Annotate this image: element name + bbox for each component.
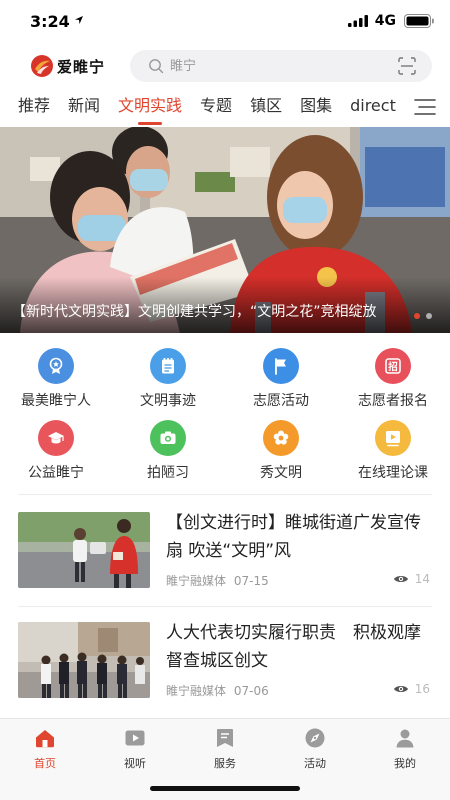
- nav-audio-video[interactable]: 视听: [90, 727, 180, 771]
- video-lesson-icon: [375, 420, 411, 456]
- news-thumbnail: [18, 512, 150, 588]
- recruit-icon: 招: [375, 348, 411, 384]
- status-time: 3:24: [30, 12, 70, 31]
- tab-topics[interactable]: 专题: [200, 88, 232, 126]
- logo-mark-icon: [31, 55, 53, 77]
- news-views: 16: [393, 682, 430, 696]
- tab-more-partial[interactable]: direct: [350, 88, 396, 126]
- quick-link-label: 在线理论课: [358, 465, 428, 481]
- quick-link-label: 公益睢宁: [28, 465, 84, 481]
- home-indicator[interactable]: [150, 786, 300, 791]
- search-bar[interactable]: [130, 50, 432, 82]
- graduation-cap-icon: [38, 420, 74, 456]
- channel-tabs: 推荐 新闻 文明实践 专题 镇区 图集 direct: [0, 88, 450, 126]
- banner-carousel[interactable]: 【新时代文明实践】文明创建共学习，“文明之花”竞相绽放: [0, 127, 450, 333]
- medal-icon: [38, 348, 74, 384]
- tab-recommend[interactable]: 推荐: [18, 88, 50, 126]
- quick-link-label: 拍陋习: [147, 465, 189, 481]
- news-date: 07-15: [233, 574, 269, 588]
- battery-icon: [404, 14, 434, 28]
- flag-icon: [263, 348, 299, 384]
- news-item[interactable]: 人大代表切实履行职责 积极观摩督查城区创文 睢宁融媒体 07-06 16: [0, 622, 450, 726]
- carousel-dot-active[interactable]: [414, 313, 420, 319]
- camera-icon: [150, 420, 186, 456]
- nav-label: 首页: [34, 757, 56, 770]
- user-icon: [396, 729, 414, 748]
- nav-services[interactable]: 服务: [180, 727, 270, 771]
- menu-icon[interactable]: [414, 98, 436, 116]
- search-icon: [149, 59, 164, 74]
- quick-link-best-people[interactable]: 最美睢宁人: [0, 348, 112, 409]
- news-meta: 睢宁融媒体 07-15 14: [166, 572, 430, 588]
- tab-towns[interactable]: 镇区: [250, 88, 282, 126]
- svg-text:招: 招: [388, 361, 398, 373]
- signal-icon: [348, 15, 368, 27]
- quick-link-grid: 最美睢宁人 文明事迹 志愿活动 招 志愿者报名 公益睢宁 拍陋习 秀文明 在线理…: [0, 348, 450, 488]
- news-views: 14: [393, 572, 430, 586]
- news-item[interactable]: 【创文进行时】睢城街道广发宣传扇 吹送“文明”风 睢宁融媒体 07-15 14: [0, 512, 450, 616]
- quick-link-label: 秀文明: [260, 465, 302, 481]
- nav-profile[interactable]: 我的: [360, 727, 450, 771]
- news-title: 【创文进行时】睢城街道广发宣传扇 吹送“文明”风: [166, 513, 421, 561]
- logo-text: 爱睢宁: [57, 57, 106, 76]
- location-arrow-icon: [75, 16, 83, 24]
- news-source: 睢宁融媒体: [166, 684, 227, 698]
- tab-gallery[interactable]: 图集: [300, 88, 332, 126]
- quick-link-deeds[interactable]: 文明事迹: [112, 348, 224, 409]
- news-meta: 睢宁融媒体 07-06 16: [166, 682, 430, 698]
- notepad-icon: [150, 348, 186, 384]
- quick-link-volunteer-activities[interactable]: 志愿活动: [225, 348, 337, 409]
- eye-icon: [393, 686, 408, 692]
- news-thumbnail: [18, 622, 150, 698]
- app-header: 爱睢宁: [0, 46, 450, 86]
- quick-link-volunteer-signup[interactable]: 招 志愿者报名: [337, 348, 449, 409]
- quick-link-report-habits[interactable]: 拍陋习: [112, 420, 224, 481]
- quick-link-label: 志愿者报名: [358, 393, 428, 409]
- quick-link-online-course[interactable]: 在线理论课: [337, 420, 449, 481]
- network-label: 4G: [374, 13, 396, 29]
- home-icon: [36, 730, 54, 748]
- search-input[interactable]: [170, 56, 370, 76]
- nav-activities[interactable]: 活动: [270, 727, 360, 771]
- quick-link-label: 文明事迹: [140, 393, 196, 409]
- quick-link-public-welfare[interactable]: 公益睢宁: [0, 420, 112, 481]
- tab-fade: [405, 94, 406, 120]
- eye-icon: [393, 576, 408, 582]
- news-date: 07-06: [233, 684, 269, 698]
- section-divider: [18, 494, 432, 495]
- bookmark-icon: [217, 729, 233, 747]
- compass-icon: [305, 728, 325, 748]
- banner-caption: 【新时代文明实践】文明创建共学习，“文明之花”竞相绽放: [12, 304, 377, 320]
- news-view-count: 14: [414, 572, 430, 586]
- tab-news[interactable]: 新闻: [68, 88, 100, 126]
- quick-link-show-civility[interactable]: 秀文明: [225, 420, 337, 481]
- nav-label: 服务: [214, 757, 236, 770]
- app-logo: 爱睢宁: [30, 53, 105, 79]
- status-bar: 3:24 4G: [0, 0, 450, 44]
- news-view-count: 16: [414, 682, 430, 696]
- section-divider: [18, 606, 432, 607]
- flower-icon: [263, 420, 299, 456]
- carousel-dot[interactable]: [426, 313, 432, 319]
- nav-label: 活动: [304, 757, 326, 770]
- tab-list: 推荐 新闻 文明实践 专题 镇区 图集 direct: [0, 88, 405, 126]
- carousel-dots: [408, 313, 432, 319]
- news-source: 睢宁融媒体: [166, 574, 227, 588]
- play-icon: [125, 730, 145, 746]
- quick-link-label: 志愿活动: [253, 393, 309, 409]
- quick-link-label: 最美睢宁人: [21, 393, 91, 409]
- news-title: 人大代表切实履行职责 积极观摩督查城区创文: [166, 623, 421, 671]
- scan-icon[interactable]: [398, 57, 416, 75]
- app-screen: 3:24 4G 爱睢宁 睢宁 推荐 新闻 文明实践 专题 镇区 图集 direc…: [0, 0, 450, 800]
- nav-label: 视听: [124, 757, 146, 770]
- tab-civilization-practice[interactable]: 文明实践: [118, 88, 182, 126]
- nav-home[interactable]: 首页: [0, 727, 90, 771]
- nav-label: 我的: [394, 757, 416, 770]
